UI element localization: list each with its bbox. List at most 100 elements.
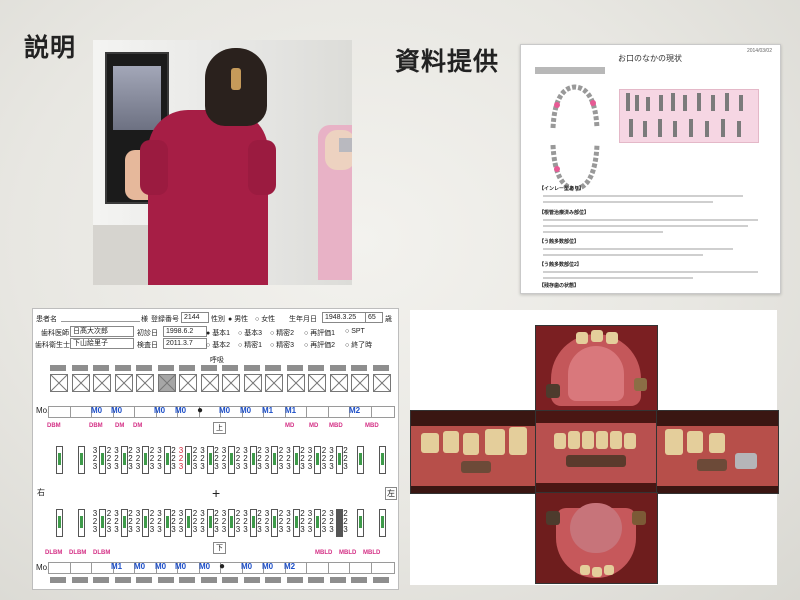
mobility-box-upper[interactable] — [327, 406, 352, 418]
check-kihon3[interactable]: 基本3 — [244, 330, 262, 337]
tooth-cross-box[interactable] — [372, 374, 391, 392]
probe-depth: 3 2 3 — [200, 446, 205, 471]
first-visit-label: 初診日 — [137, 330, 158, 337]
tooth-cross-box[interactable] — [157, 374, 176, 392]
mobility-box-upper[interactable] — [370, 406, 395, 418]
slide-heading-materials: 資料提供 — [395, 47, 500, 76]
tooth-cross-box[interactable] — [243, 374, 262, 392]
right-label: 右 — [37, 488, 45, 497]
mobility-box-lower[interactable] — [69, 562, 94, 574]
sex-female: 女性 — [261, 316, 276, 323]
check-seimitsu2[interactable]: 精密2 — [276, 330, 294, 337]
tooth-bar[interactable] — [56, 446, 63, 474]
grey-cell-bottom — [372, 577, 389, 583]
oral-status-document: 2014/03/02 お口のなかの現状 【インレー型あり】 【根管治療済み部位】… — [520, 44, 781, 294]
redacted-name — [535, 67, 605, 74]
tooth-cross-box[interactable] — [50, 374, 68, 392]
check-seimitsu3[interactable]: 精密3 — [276, 342, 294, 349]
intraoral-photo-collage — [410, 310, 779, 585]
mobility-box-lower[interactable] — [48, 562, 72, 574]
lower-occlusal-photo — [535, 492, 658, 584]
probe-depth: 3 2 3 — [178, 509, 184, 534]
probe-depth: 3 2 3 — [221, 509, 227, 534]
furcation-label-upper: MBD — [365, 423, 379, 429]
probe-depth: 3 2 3 — [243, 446, 248, 471]
furcation-label-upper: DM — [115, 423, 125, 429]
tooth-bar[interactable] — [77, 446, 85, 474]
check-end[interactable]: 終了時 — [351, 342, 372, 349]
tooth-cross-box[interactable] — [329, 374, 348, 392]
grey-cell-bottom — [93, 577, 109, 583]
probe-depth: 3 2 3 — [135, 446, 141, 471]
check-saihyouka2[interactable]: 再評価2 — [310, 342, 335, 349]
document-section-2: 【根管治療済み部位】 — [539, 210, 590, 216]
tooth-bar[interactable] — [357, 509, 364, 537]
mobility-value-lower: M0 — [175, 562, 187, 571]
tooth-cross-box[interactable] — [114, 374, 133, 392]
mobility-value-lower: M0 — [134, 562, 146, 571]
tooth-bar[interactable] — [56, 509, 63, 537]
check-kihon2[interactable]: 基本2 — [212, 342, 230, 349]
grey-cell-bottom — [265, 577, 281, 583]
mobility-box-upper[interactable] — [306, 406, 330, 418]
check-kihon1[interactable]: 基本1 — [212, 330, 230, 337]
probe-depth: 3 2 3 — [157, 509, 162, 534]
tooth-cross-box[interactable] — [351, 374, 369, 392]
mobility-box-lower[interactable] — [349, 562, 373, 574]
mobility-box-upper[interactable] — [48, 406, 72, 418]
grey-cell-top — [179, 365, 195, 371]
birth-date: 1948.3.25 — [322, 312, 366, 323]
grey-cell-top — [372, 365, 389, 371]
tooth-cross-box[interactable] — [265, 374, 283, 392]
grey-cell-top — [136, 365, 152, 371]
document-section-3: 【う蝕多数部位】 — [539, 239, 580, 245]
mobility-value-upper: M0 — [154, 406, 166, 415]
age: 65 — [365, 312, 383, 323]
check-seimitsu1[interactable]: 精密1 — [244, 342, 262, 349]
right-buccal-photo — [410, 410, 537, 494]
document-section-4: 【う蝕多数部位2】 — [539, 262, 582, 268]
tooth-cross-box[interactable] — [222, 374, 240, 392]
mobility-box-lower[interactable] — [306, 562, 330, 574]
check-spt[interactable]: SPT — [351, 328, 365, 335]
doctor: 日髙大次郎 — [70, 326, 134, 337]
grey-cell-top — [222, 365, 238, 371]
tooth-bar[interactable] — [378, 446, 386, 474]
check-saihyouka1[interactable]: 再評価1 — [310, 330, 335, 337]
hygienist: 下山絵里子 — [70, 338, 134, 349]
tooth-cross-box[interactable] — [308, 374, 326, 392]
mobility-box-lower[interactable] — [370, 562, 395, 574]
tooth-bar[interactable] — [378, 509, 386, 537]
furcation-label-upper: MBD — [329, 423, 343, 429]
tooth-cross-box[interactable] — [71, 374, 90, 392]
probe-depth: 3 2 3 — [286, 446, 291, 471]
tooth-bar[interactable] — [77, 509, 85, 537]
mobility-dot-lower: ● — [219, 561, 226, 572]
tooth-cross-box[interactable] — [136, 374, 154, 392]
grey-cell-bottom — [157, 577, 174, 583]
mobility-box-lower[interactable] — [327, 562, 352, 574]
age-unit: 歳 — [385, 316, 392, 323]
tooth-cross-box[interactable] — [93, 374, 111, 392]
document-date: 2014/03/02 — [746, 48, 772, 54]
upper-occlusal-photo — [535, 325, 658, 412]
grey-cell-bottom — [286, 577, 303, 583]
mobility-value-upper: M0 — [240, 406, 252, 415]
mobility-box-upper[interactable] — [69, 406, 94, 418]
furcation-label-lower: DLBM — [93, 550, 111, 556]
left-buccal-photo — [656, 410, 779, 494]
tooth-cross-box[interactable] — [286, 374, 305, 392]
tooth-bar[interactable] — [357, 446, 364, 474]
slide-heading-explanation: 説明 — [24, 33, 77, 62]
mobility-value-upper: M2 — [349, 406, 361, 415]
probe-depth: 3 2 3 — [114, 509, 119, 534]
probe-depth: 3 2 3 — [114, 446, 119, 471]
probe-depth: 3 2 3 — [329, 446, 334, 471]
privacy-mosaic — [339, 138, 352, 152]
tooth-cross-box[interactable] — [179, 374, 197, 392]
tooth-cross-box[interactable] — [200, 374, 219, 392]
lower-label: 下 — [213, 542, 226, 554]
grey-cell-top — [50, 365, 66, 371]
grey-cell-bottom — [179, 577, 195, 583]
grey-cell-bottom — [351, 577, 367, 583]
